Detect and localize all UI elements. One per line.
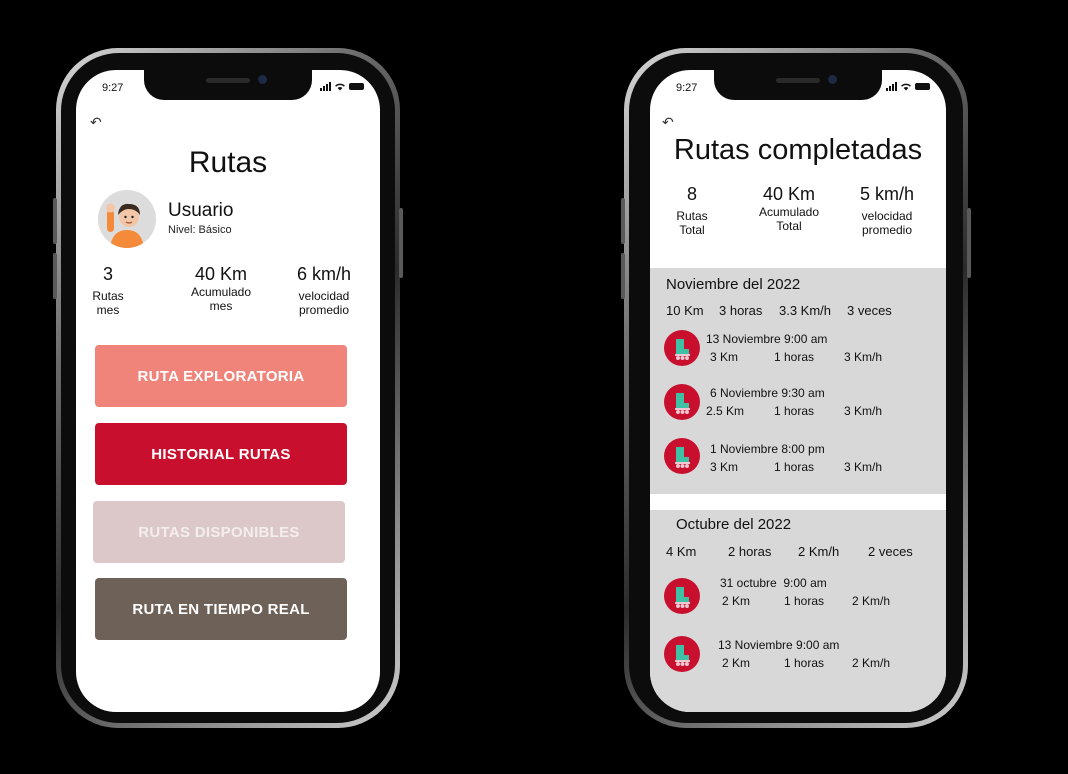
volume-down-button	[53, 253, 57, 299]
route-hours: 1 horas	[774, 404, 815, 418]
wifi-icon	[335, 83, 345, 91]
user-level: Nivel: Básico	[168, 224, 232, 236]
battery-icon	[349, 83, 364, 90]
route-distance: 3 Km	[710, 350, 739, 364]
back-arrow-icon[interactable]: ↶	[662, 114, 674, 131]
route-speed: 2 Km/h	[852, 594, 891, 608]
right-phone-frame: 9:27 ↶ Rutas completadas 8 Rutas Total 4…	[621, 48, 971, 728]
stat-average-speed: 6 km/h velocidad promedio	[296, 264, 352, 317]
month-section-noviembre: Noviembre del 2022 10 Km 3 horas 3.3 Km/…	[650, 268, 946, 494]
month-title: Octubre del 2022	[676, 516, 792, 533]
route-distance: 2 Km	[722, 656, 751, 670]
route-distance: 2.5 Km	[706, 404, 745, 418]
route-speed: 3 Km/h	[844, 404, 883, 418]
power-button	[967, 208, 971, 278]
roller-skate-icon	[664, 578, 700, 614]
month-summary: 4 Km 2 horas 2 Km/h 2 veces	[666, 544, 913, 559]
rutas-screen: 9:27 ↶ Rutas Usuario Nivel: Básico 3 Rut…	[76, 70, 380, 712]
route-date: 13 Noviembre 9:00 am	[706, 332, 828, 346]
ruta-tiempo-real-button[interactable]: RUTA EN TIEMPO REAL	[95, 578, 347, 640]
route-speed: 2 Km/h	[852, 656, 891, 670]
stat-accumulated-month: 40 Km Acumulado mes	[190, 264, 252, 313]
route-distance: 3 Km	[710, 460, 739, 474]
route-hours: 1 horas	[774, 350, 815, 364]
power-button	[399, 208, 403, 278]
status-time: 9:27	[676, 82, 698, 94]
route-date: 31 octubre 9:00 am	[720, 576, 827, 590]
month-summary: 10 Km 3 horas 3.3 Km/h 3 veces	[666, 303, 892, 318]
route-hours: 1 horas	[784, 594, 825, 608]
status-icons	[886, 82, 930, 91]
month-title: Noviembre del 2022	[666, 276, 801, 293]
signal-icon	[886, 82, 897, 91]
roller-skate-icon	[664, 330, 700, 366]
route-hours: 1 horas	[774, 460, 815, 474]
route-hours: 1 horas	[784, 656, 825, 670]
route-speed: 3 Km/h	[844, 460, 883, 474]
route-date: 6 Noviembre 9:30 am	[710, 386, 825, 400]
wifi-icon	[901, 83, 911, 91]
roller-skate-icon	[664, 438, 700, 474]
volume-down-button	[621, 253, 625, 299]
roller-skate-icon	[664, 384, 700, 420]
month-section-octubre: Octubre del 2022 4 Km 2 horas 2 Km/h 2 v…	[650, 510, 946, 712]
route-distance: 2 Km	[722, 594, 751, 608]
historial-rutas-button[interactable]: HISTORIAL RUTAS	[95, 423, 347, 485]
stat-routes-total: 8 Rutas Total	[676, 184, 708, 237]
volume-up-button	[53, 198, 57, 244]
left-phone-frame: 9:27 ↶ Rutas Usuario Nivel: Básico 3 Rut…	[53, 48, 403, 728]
signal-icon	[320, 82, 331, 91]
route-date: 13 Noviembre 9:00 am	[718, 638, 840, 652]
status-icons	[320, 82, 364, 91]
volume-up-button	[621, 198, 625, 244]
stat-average-speed: 5 km/h velocidad promedio	[859, 184, 915, 237]
route-speed: 3 Km/h	[844, 350, 883, 364]
stat-accumulated-total: 40 Km Acumulado Total	[758, 184, 820, 233]
page-title: Rutas	[188, 146, 268, 179]
rutas-completadas-screen: 9:27 ↶ Rutas completadas 8 Rutas Total 4…	[650, 70, 946, 712]
ruta-exploratoria-button[interactable]: RUTA EXPLORATORIA	[95, 345, 347, 407]
battery-icon	[915, 83, 930, 90]
status-time: 9:27	[102, 82, 124, 94]
page-title: Rutas completadas	[673, 134, 923, 166]
user-name: Usuario	[168, 200, 234, 221]
route-date: 1 Noviembre 8:00 pm	[710, 442, 825, 456]
notch	[144, 70, 312, 100]
stat-routes-month: 3 Rutas mes	[92, 264, 124, 317]
rutas-disponibles-button[interactable]: RUTAS DISPONIBLES	[93, 501, 345, 563]
roller-skate-icon	[664, 636, 700, 672]
user-avatar-icon[interactable]	[98, 190, 156, 248]
back-arrow-icon[interactable]: ↶	[90, 114, 102, 131]
notch	[714, 70, 882, 100]
